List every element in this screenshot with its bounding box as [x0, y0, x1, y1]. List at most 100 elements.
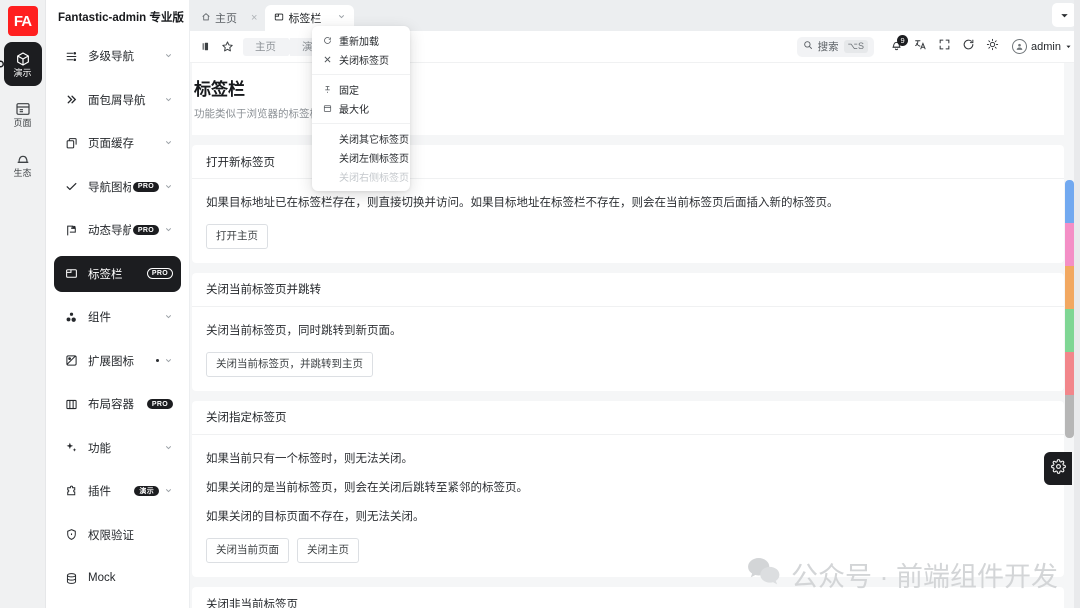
- context-menu-label: 最大化: [339, 105, 369, 116]
- close-current-and-go-home-button[interactable]: 关闭当前标签页，并跳转到主页: [206, 352, 373, 377]
- card-body: 如果目标地址已在标签栏存在，则直接切换并访问。如果目标地址在标签栏不存在，则会在…: [192, 179, 1064, 263]
- search-label: 搜索: [817, 41, 839, 53]
- color-swatch-pink[interactable]: [1065, 223, 1074, 267]
- chevron-down-icon: [164, 134, 173, 152]
- database-icon: [62, 572, 80, 585]
- context-menu-maximize[interactable]: 最大化: [312, 99, 410, 118]
- context-menu-separator: [312, 74, 410, 75]
- sidebar-item-breadcrumb-nav[interactable]: 面包屑导航: [54, 82, 181, 118]
- sidebar-item-label: 布局容器: [88, 399, 134, 411]
- sidebar-collapse-icon[interactable]: [197, 37, 217, 57]
- search-shortcut: ⌥S: [843, 40, 869, 53]
- open-home-button[interactable]: 打开主页: [206, 224, 268, 249]
- color-swatch-red[interactable]: [1065, 352, 1074, 396]
- chevron-down-icon[interactable]: [337, 12, 346, 24]
- chevron-down-icon: [164, 308, 173, 326]
- rail-item-demo[interactable]: 演示: [3, 42, 42, 86]
- user-menu[interactable]: admin: [1012, 39, 1072, 54]
- tab-overflow-button[interactable]: [1052, 3, 1076, 27]
- maximize-icon: [322, 104, 332, 113]
- tab-home[interactable]: 主页 ×: [192, 5, 265, 31]
- card-body: 如果当前只有一个标签时，则无法关闭。 如果关闭的是当前标签页，则会在关闭后跳转至…: [192, 435, 1064, 577]
- rail-item-label: 生态: [13, 167, 32, 178]
- translate-button[interactable]: [910, 36, 931, 57]
- translate-icon: [914, 38, 927, 56]
- sidebar-item-nav-icon-active[interactable]: 导航图标激活 PRO: [54, 169, 181, 205]
- sidebar-item-mock[interactable]: Mock: [54, 560, 181, 596]
- color-swatch-orange[interactable]: [1065, 266, 1074, 310]
- fullscreen-icon: [938, 38, 951, 56]
- color-swatch-green[interactable]: [1065, 309, 1074, 353]
- sidebar-item-jsx[interactable]: JSX JSX: [54, 604, 181, 608]
- tab-label: 主页: [215, 13, 237, 25]
- settings-fab-button[interactable]: [1044, 452, 1072, 485]
- sidebar-item-multilevel-nav[interactable]: 多级导航: [54, 38, 181, 74]
- user-avatar-icon: [1012, 39, 1028, 54]
- sun-icon: [986, 38, 999, 56]
- breadcrumb-label: 主页: [255, 41, 276, 53]
- image-icon: [62, 354, 80, 367]
- chevron-down-icon: [164, 482, 173, 500]
- sidebar-item-label: 权限验证: [88, 529, 134, 542]
- pro-badge: PRO: [146, 268, 173, 279]
- shield-icon: [62, 528, 80, 541]
- columns-icon: [62, 398, 80, 411]
- context-menu-reload[interactable]: 重新加载: [312, 31, 410, 50]
- chevron-down-icon: [1060, 13, 1068, 17]
- card-button-row: 关闭当前页面 关闭主页: [206, 538, 1050, 564]
- sidebar-item-dynamic-nav-badge[interactable]: 动态导航标识 PRO: [54, 212, 181, 248]
- sidebar-item-extended-icons[interactable]: 扩展图标: [54, 343, 181, 379]
- sidebar-item-components[interactable]: 组件: [54, 299, 181, 335]
- theme-button[interactable]: [982, 36, 1003, 57]
- chevron-down-icon: [164, 91, 173, 109]
- breadcrumb-item-home[interactable]: 主页: [243, 37, 296, 56]
- theme-color-strip[interactable]: [1065, 180, 1074, 438]
- card-button-row: 关闭当前标签页，并跳转到主页: [206, 352, 1050, 377]
- chevron-down-icon: [164, 47, 173, 65]
- brand-title: Fantastic-admin 专业版: [58, 12, 184, 24]
- close-current-page-button[interactable]: 关闭当前页面: [206, 538, 289, 564]
- card-paragraph: 如果当前只有一个标签时，则无法关闭。: [206, 452, 413, 465]
- context-menu-close-left[interactable]: 关闭左侧标签页: [312, 148, 410, 167]
- refresh-button[interactable]: [958, 36, 979, 57]
- sidebar-item-page-cache[interactable]: 页面缓存: [54, 125, 181, 161]
- context-menu-close-tab[interactable]: 关闭标签页: [312, 50, 410, 69]
- page-scrollbar[interactable]: [1074, 0, 1080, 608]
- sidebar-item-label: 页面缓存: [88, 138, 134, 150]
- app-root: FA 演示 页面 生态 Fantastic-admin 专业版 多级导航 面包屑…: [0, 0, 1080, 608]
- sidebar-item-permission[interactable]: 权限验证: [54, 517, 181, 553]
- color-swatch-blue[interactable]: [1065, 180, 1074, 224]
- notification-button[interactable]: 9: [886, 35, 909, 57]
- search-input[interactable]: 搜索 ⌥S: [796, 36, 875, 57]
- sidebar-item-label: 导航图标激活: [88, 181, 131, 194]
- close-home-button[interactable]: 关闭主页: [297, 538, 359, 564]
- sidebar-item-label: 插件: [88, 486, 111, 498]
- close-icon[interactable]: ×: [251, 12, 257, 24]
- context-menu-close-right: 关闭右侧标签页: [312, 167, 410, 186]
- card-title: 关闭指定标签页: [192, 401, 1064, 435]
- close-icon: [322, 55, 332, 64]
- tab-icon: [62, 267, 80, 280]
- chevron-down-icon: [164, 352, 173, 370]
- sidebar-item-label: 多级导航: [88, 51, 134, 63]
- rail-item-label: 演示: [13, 67, 32, 78]
- context-menu-label: 关闭其它标签页: [339, 135, 409, 146]
- sparkles-icon: [62, 441, 80, 454]
- star-icon[interactable]: [217, 37, 237, 57]
- rail-item-label: 页面: [13, 117, 32, 128]
- sidebar-item-tabbar[interactable]: 标签栏 PRO: [54, 255, 181, 292]
- sidebar-item-features[interactable]: 功能: [54, 430, 181, 466]
- fullscreen-button[interactable]: [934, 36, 955, 57]
- context-menu-close-others[interactable]: 关闭其它标签页: [312, 129, 410, 148]
- context-menu-label: 关闭左侧标签页: [339, 154, 409, 165]
- search-icon: [803, 40, 813, 53]
- sidebar-item-layout-container[interactable]: 布局容器 PRO: [54, 386, 181, 422]
- sidebar-item-label: 面包屑导航: [88, 94, 146, 107]
- color-swatch-gray[interactable]: [1065, 395, 1074, 438]
- sidebar-item-plugins[interactable]: 插件 演示: [54, 473, 181, 509]
- context-menu-pin[interactable]: 固定: [312, 80, 410, 99]
- rail-item-ecosystem[interactable]: 生态: [4, 142, 42, 186]
- card-paragraph: 关闭当前标签页，同时跳转到新页面。: [206, 324, 402, 337]
- rail-item-pages[interactable]: 页面: [4, 92, 42, 136]
- context-menu-label: 重新加载: [339, 37, 379, 48]
